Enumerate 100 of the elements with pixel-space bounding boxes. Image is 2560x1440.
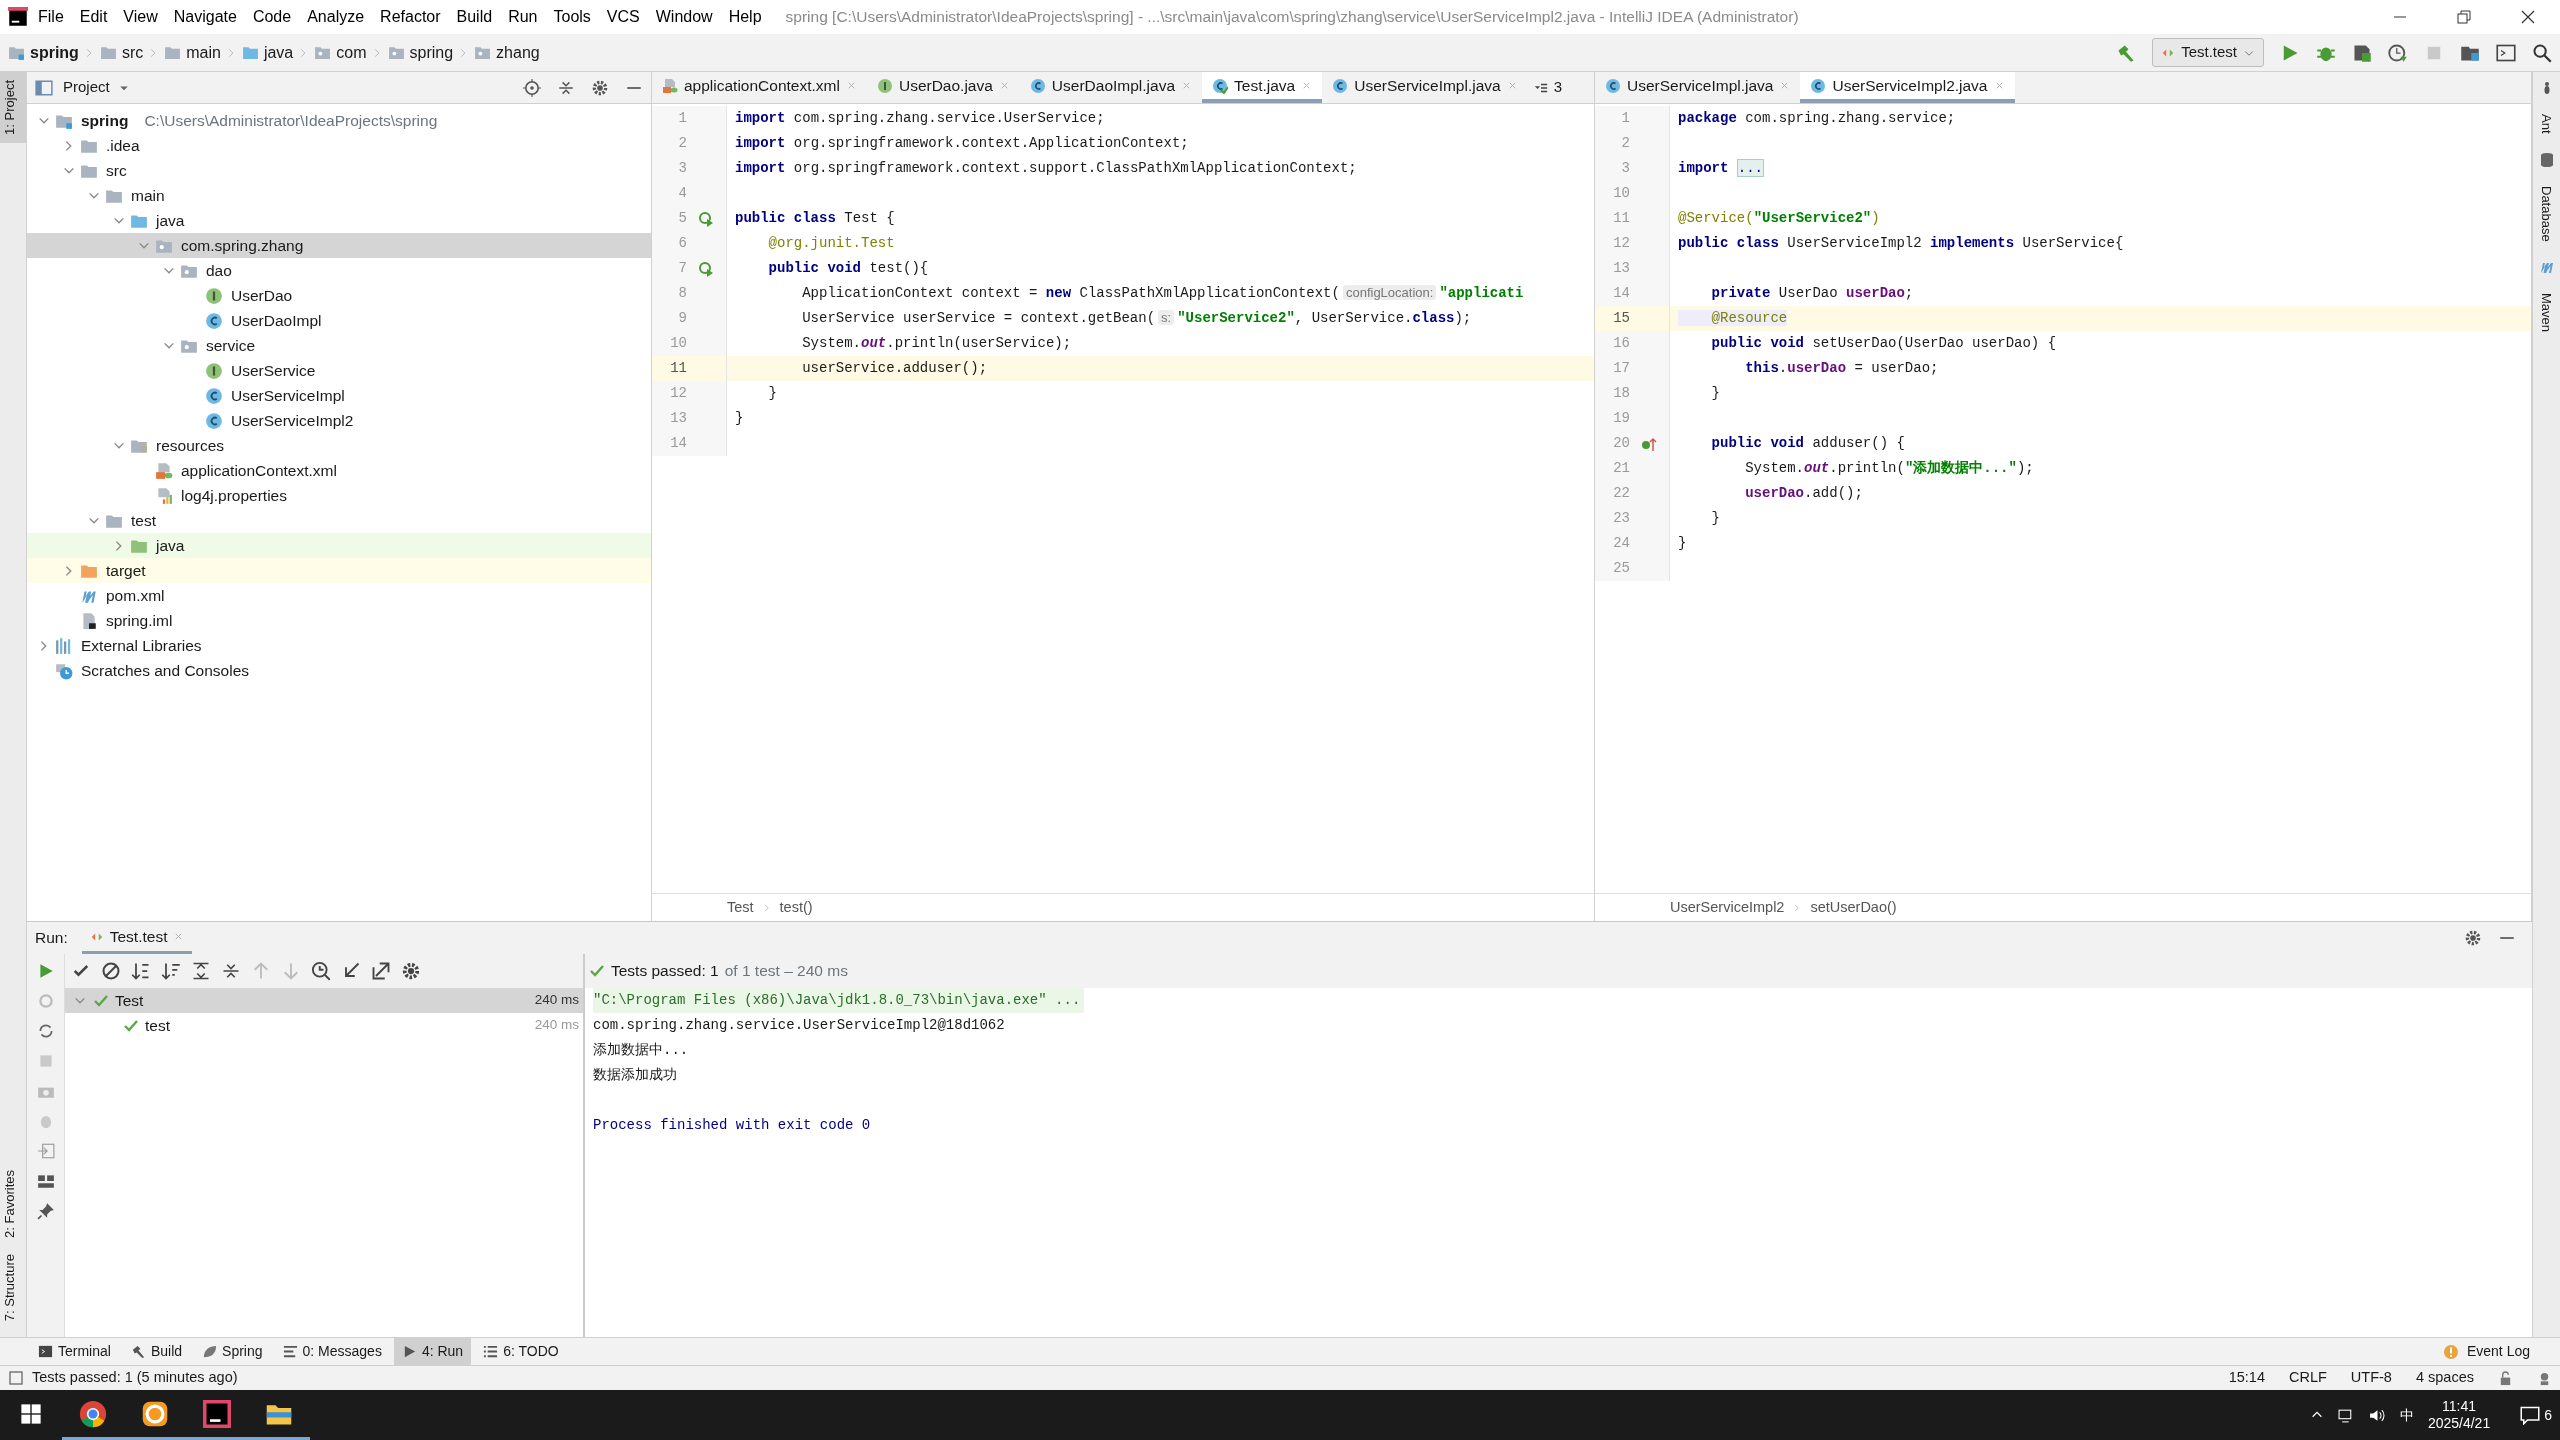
- editor-tab[interactable]: UserDao.java: [866, 72, 1020, 103]
- exit-icon[interactable]: [36, 1142, 55, 1160]
- ime-indicator[interactable]: 中: [2399, 1404, 2414, 1426]
- tree-row[interactable]: .idea: [27, 133, 651, 158]
- tree-row[interactable]: main: [27, 183, 651, 208]
- status-item[interactable]: 4 spaces: [2415, 1367, 2474, 1389]
- menu-item[interactable]: Tools: [547, 5, 597, 29]
- tree-row[interactable]: com.spring.zhang: [27, 233, 651, 258]
- export-icon[interactable]: [371, 961, 391, 981]
- menu-item[interactable]: Navigate: [167, 5, 243, 29]
- notification-button[interactable]: 6: [2504, 1404, 2552, 1426]
- tool-window-tab[interactable]: Maven: [2536, 293, 2557, 333]
- show-ignored-icon[interactable]: [101, 961, 121, 981]
- ide-icon[interactable]: [203, 1399, 231, 1428]
- settings-icon[interactable]: [2464, 929, 2482, 947]
- layout-icon[interactable]: [36, 1172, 55, 1190]
- pin-icon[interactable]: [36, 1202, 55, 1220]
- clock[interactable]: 11:41 2025/4/21: [2427, 1398, 2491, 1432]
- tree-row[interactable]: spring.iml: [27, 608, 651, 633]
- editor-tab[interactable]: UserServiceImpl.java: [1595, 72, 1801, 103]
- app-icon[interactable]: [141, 1399, 169, 1428]
- menu-item[interactable]: Code: [246, 5, 298, 29]
- breadcrumb-item[interactable]: spring: [409, 40, 454, 65]
- implements-gutter-icon[interactable]: [1641, 435, 1657, 452]
- menu-item[interactable]: View: [117, 5, 164, 29]
- terminal-window-icon[interactable]: [2496, 42, 2516, 63]
- windows-start-icon[interactable]: [20, 1402, 42, 1425]
- tree-row[interactable]: dao: [27, 258, 651, 283]
- tool-window-tab[interactable]: 7: Structure: [0, 1245, 26, 1329]
- menu-item[interactable]: Window: [649, 5, 719, 29]
- tool-window-tab[interactable]: Ant: [2536, 114, 2557, 134]
- menu-item[interactable]: Help: [722, 5, 768, 29]
- breadcrumb-item[interactable]: spring: [30, 40, 79, 65]
- tool-window-tab[interactable]: 6: TODO: [475, 1338, 567, 1365]
- run-config-dropdown[interactable]: Test.test: [2152, 38, 2264, 67]
- breadcrumb-item[interactable]: zhang: [496, 40, 540, 65]
- tree-row[interactable]: target: [27, 558, 651, 583]
- tree-row[interactable]: service: [27, 333, 651, 358]
- test-row[interactable]: Test 240 ms: [65, 988, 583, 1013]
- search-icon[interactable]: [2532, 42, 2552, 63]
- tree-row[interactable]: log4j.properties: [27, 483, 651, 508]
- tree-row[interactable]: UserServiceImpl2: [27, 408, 651, 433]
- restore-icon[interactable]: [2456, 9, 2472, 25]
- breadcrumb-item[interactable]: test(): [779, 896, 813, 919]
- breadcrumb-item[interactable]: main: [186, 40, 221, 65]
- tool-window-tab[interactable]: 1: Project: [0, 72, 26, 143]
- tool-window-tab[interactable]: Build: [122, 1338, 191, 1365]
- menu-item[interactable]: Run: [502, 5, 544, 29]
- menu-item[interactable]: Refactor: [374, 5, 447, 29]
- editor-tab[interactable]: Test.java: [1202, 72, 1323, 103]
- close-icon[interactable]: [2520, 9, 2536, 25]
- event-log-button[interactable]: Event Log: [2442, 1341, 2530, 1362]
- tree-row[interactable]: pom.xml: [27, 583, 651, 608]
- panel-toggle-icon[interactable]: [8, 1370, 24, 1386]
- tree-row[interactable]: spring C:\Users\Administrator\IdeaProjects\spring: [27, 108, 651, 133]
- tool-window-tab[interactable]: 4: Run: [393, 1338, 472, 1365]
- menu-item[interactable]: File: [32, 5, 70, 29]
- breadcrumb-item[interactable]: java: [263, 40, 294, 65]
- tree-row[interactable]: applicationContext.xml: [27, 458, 651, 483]
- status-item[interactable]: CRLF: [2289, 1367, 2327, 1389]
- test-row[interactable]: test 240 ms: [65, 1013, 583, 1038]
- sort-alpha-icon[interactable]: [131, 961, 151, 981]
- status-item[interactable]: 15:14: [2228, 1367, 2265, 1389]
- run-gutter-icon[interactable]: [698, 260, 714, 277]
- tool-window-tab[interactable]: 2: Favorites: [0, 1161, 26, 1246]
- tool-window-tab[interactable]: 0: Messages: [274, 1338, 390, 1365]
- expand-all-icon[interactable]: [191, 961, 211, 981]
- breadcrumb-item[interactable]: Test: [727, 896, 754, 919]
- menu-item[interactable]: Build: [450, 5, 499, 29]
- tree-row[interactable]: External Libraries: [27, 633, 651, 658]
- tree-row[interactable]: java: [27, 208, 651, 233]
- settings-icon[interactable]: [591, 78, 609, 97]
- menu-item[interactable]: VCS: [600, 5, 646, 29]
- browser-icon[interactable]: [79, 1399, 107, 1428]
- tree-row[interactable]: UserDaoImpl: [27, 308, 651, 333]
- tree-row[interactable]: UserServiceImpl: [27, 383, 651, 408]
- menu-item[interactable]: Analyze: [301, 5, 371, 29]
- tool-window-tab[interactable]: Spring: [194, 1338, 271, 1365]
- menu-item[interactable]: Edit: [73, 5, 114, 29]
- tree-row[interactable]: src: [27, 158, 651, 183]
- editor-tab[interactable]: applicationContext.xml: [652, 72, 867, 103]
- tree-row[interactable]: UserDao: [27, 283, 651, 308]
- tool-window-tab[interactable]: Terminal: [30, 1338, 119, 1365]
- status-item[interactable]: UTF-8: [2350, 1367, 2392, 1389]
- tree-row[interactable]: UserService: [27, 358, 651, 383]
- tree-row[interactable]: resources: [27, 433, 651, 458]
- editor-tab[interactable]: UserServiceImpl2.java: [1800, 72, 2015, 103]
- tree-row[interactable]: java: [27, 533, 651, 558]
- breadcrumb-item[interactable]: setUserDao(): [1810, 896, 1897, 919]
- breadcrumb-item[interactable]: src: [121, 40, 144, 65]
- editor-tab[interactable]: UserServiceImpl.java: [1322, 72, 1528, 103]
- tool-window-tab[interactable]: Database: [2536, 185, 2557, 242]
- history-icon[interactable]: [311, 961, 331, 981]
- database-icon[interactable]: [2538, 151, 2555, 168]
- tree-row[interactable]: test: [27, 508, 651, 533]
- tree-row[interactable]: Scratches and Consoles: [27, 658, 651, 683]
- lock-icon[interactable]: [2498, 1370, 2513, 1386]
- run-gutter-icon[interactable]: [698, 210, 714, 227]
- breadcrumb-item[interactable]: UserServiceImpl2: [1670, 896, 1785, 919]
- tab-overflow-button[interactable]: 3: [1531, 72, 1562, 103]
